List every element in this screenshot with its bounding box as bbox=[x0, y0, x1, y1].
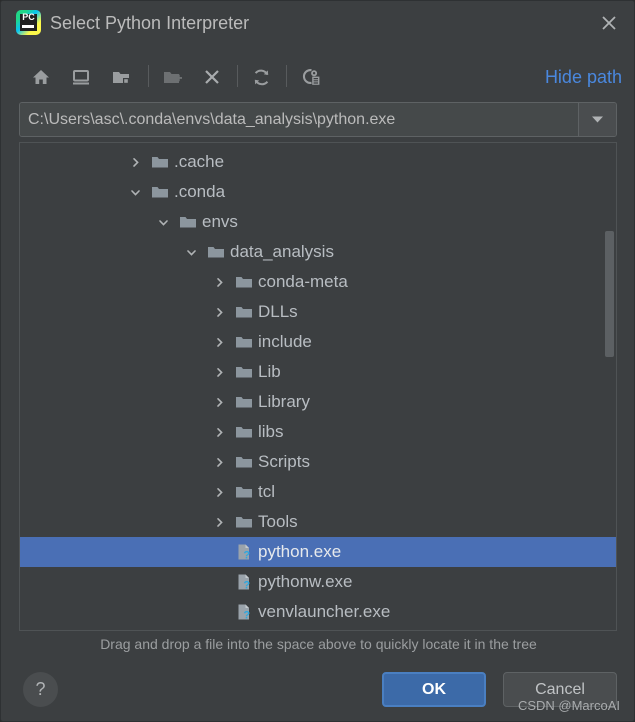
chevron-down-icon[interactable] bbox=[126, 177, 144, 207]
tree-row[interactable]: conda-meta bbox=[20, 267, 616, 297]
select-python-interpreter-dialog: PC Select Python Interpreter Hide path C… bbox=[0, 0, 635, 722]
folder-icon bbox=[234, 357, 254, 387]
folder-icon bbox=[178, 207, 198, 237]
tree-row[interactable]: .conda bbox=[20, 177, 616, 207]
folder-icon bbox=[150, 177, 170, 207]
tree-row-label: Scripts bbox=[258, 452, 310, 471]
new-folder-icon[interactable] bbox=[156, 61, 188, 93]
unknown-file-icon: ? bbox=[234, 567, 254, 597]
unknown-file-icon: ? bbox=[234, 597, 254, 627]
chevron-right-icon[interactable] bbox=[210, 267, 228, 297]
delete-icon[interactable] bbox=[196, 61, 228, 93]
tree-row-label: Tools bbox=[258, 512, 298, 531]
title-bar: PC Select Python Interpreter bbox=[1, 1, 634, 47]
svg-text:?: ? bbox=[243, 610, 250, 621]
tree-row[interactable]: Tools bbox=[20, 507, 616, 537]
folder-icon bbox=[234, 447, 254, 477]
page-title: Select Python Interpreter bbox=[50, 13, 250, 33]
home-icon[interactable] bbox=[25, 61, 57, 93]
folder-icon bbox=[234, 477, 254, 507]
tree-row-label: tcl bbox=[258, 482, 275, 501]
toolbar-separator-2 bbox=[237, 65, 238, 87]
tree-row-label: include bbox=[258, 332, 312, 351]
show-hidden-files-icon[interactable] bbox=[294, 61, 326, 93]
unknown-file-icon: ? bbox=[234, 537, 254, 567]
tree-row-label: .cache bbox=[174, 152, 225, 171]
hide-path-link[interactable]: Hide path bbox=[545, 64, 622, 90]
toolbar-separator bbox=[148, 65, 149, 87]
file-tree-panel[interactable]: .cache .conda envs data_analysis conda-meta D… bbox=[19, 142, 617, 631]
toolbar-separator-3 bbox=[286, 65, 287, 87]
tree-row[interactable]: envs bbox=[20, 207, 616, 237]
chevron-right-icon[interactable] bbox=[210, 297, 228, 327]
chevron-right-icon[interactable] bbox=[126, 147, 144, 177]
watermark-text: CSDN @MarcoAI bbox=[517, 698, 620, 713]
tree-row[interactable]: include bbox=[20, 327, 616, 357]
chevron-right-icon[interactable] bbox=[210, 417, 228, 447]
folder-icon bbox=[234, 297, 254, 327]
pycharm-logo-icon: PC bbox=[16, 10, 41, 35]
svg-text:?: ? bbox=[243, 580, 250, 591]
refresh-icon[interactable] bbox=[245, 61, 277, 93]
chevron-right-icon[interactable] bbox=[210, 387, 228, 417]
tree-row[interactable]: data_analysis bbox=[20, 237, 616, 267]
tree-row[interactable]: Lib bbox=[20, 357, 616, 387]
folder-icon bbox=[234, 507, 254, 537]
close-icon[interactable] bbox=[594, 8, 624, 38]
svg-text:?: ? bbox=[243, 550, 250, 561]
tree-row-label: data_analysis bbox=[230, 242, 334, 261]
tree-row-label: python.exe bbox=[258, 542, 342, 561]
chevron-down-icon[interactable] bbox=[154, 207, 172, 237]
tree-row[interactable]: tcl bbox=[20, 477, 616, 507]
folder-icon bbox=[206, 237, 226, 267]
path-input[interactable] bbox=[20, 103, 579, 136]
path-field-container bbox=[19, 102, 617, 137]
tree-row[interactable]: libs bbox=[20, 417, 616, 447]
chevron-right-icon[interactable] bbox=[210, 327, 228, 357]
tree-row[interactable]: DLLs bbox=[20, 297, 616, 327]
help-button[interactable]: ? bbox=[23, 672, 58, 707]
project-folder-icon[interactable] bbox=[105, 61, 137, 93]
folder-icon bbox=[234, 417, 254, 447]
tree-row[interactable]: Library bbox=[20, 387, 616, 417]
tree-row[interactable]: ? python.exe bbox=[20, 537, 616, 567]
chevron-down-icon[interactable] bbox=[182, 237, 200, 267]
chevron-down-icon[interactable] bbox=[578, 103, 616, 136]
tree-scrollbar[interactable] bbox=[605, 231, 614, 357]
tree-row-label: libs bbox=[258, 422, 284, 441]
tree-row[interactable]: Scripts bbox=[20, 447, 616, 477]
tree-row-label: pythonw.exe bbox=[258, 572, 353, 591]
tree-row-label: .conda bbox=[174, 182, 226, 201]
ok-button[interactable]: OK bbox=[382, 672, 486, 707]
folder-icon bbox=[234, 387, 254, 417]
folder-icon bbox=[234, 327, 254, 357]
tree-row-label: venvlauncher.exe bbox=[258, 602, 391, 621]
tree-row-label: Lib bbox=[258, 362, 281, 381]
chevron-right-icon[interactable] bbox=[210, 357, 228, 387]
tree-row[interactable]: ? bbox=[20, 627, 616, 630]
desktop-icon[interactable] bbox=[65, 61, 97, 93]
chevron-right-icon[interactable] bbox=[210, 507, 228, 537]
tree-row[interactable]: .cache bbox=[20, 147, 616, 177]
tree-row[interactable]: ? pythonw.exe bbox=[20, 567, 616, 597]
tree-row[interactable]: ? venvlauncher.exe bbox=[20, 597, 616, 627]
logo-text: PC bbox=[22, 12, 35, 22]
drag-drop-hint: Drag and drop a file into the space abov… bbox=[100, 636, 537, 652]
tree-row-label: envs bbox=[202, 212, 238, 231]
file-tree: .cache .conda envs data_analysis conda-meta D… bbox=[20, 147, 616, 630]
toolbar: Hide path bbox=[1, 57, 634, 97]
chevron-right-icon[interactable] bbox=[210, 447, 228, 477]
folder-icon bbox=[234, 267, 254, 297]
tree-row-label: Library bbox=[258, 392, 310, 411]
folder-icon bbox=[150, 147, 170, 177]
tree-row-label: DLLs bbox=[258, 302, 298, 321]
tree-row-label: conda-meta bbox=[258, 272, 348, 291]
unknown-file-icon: ? bbox=[234, 627, 254, 630]
chevron-right-icon[interactable] bbox=[210, 477, 228, 507]
